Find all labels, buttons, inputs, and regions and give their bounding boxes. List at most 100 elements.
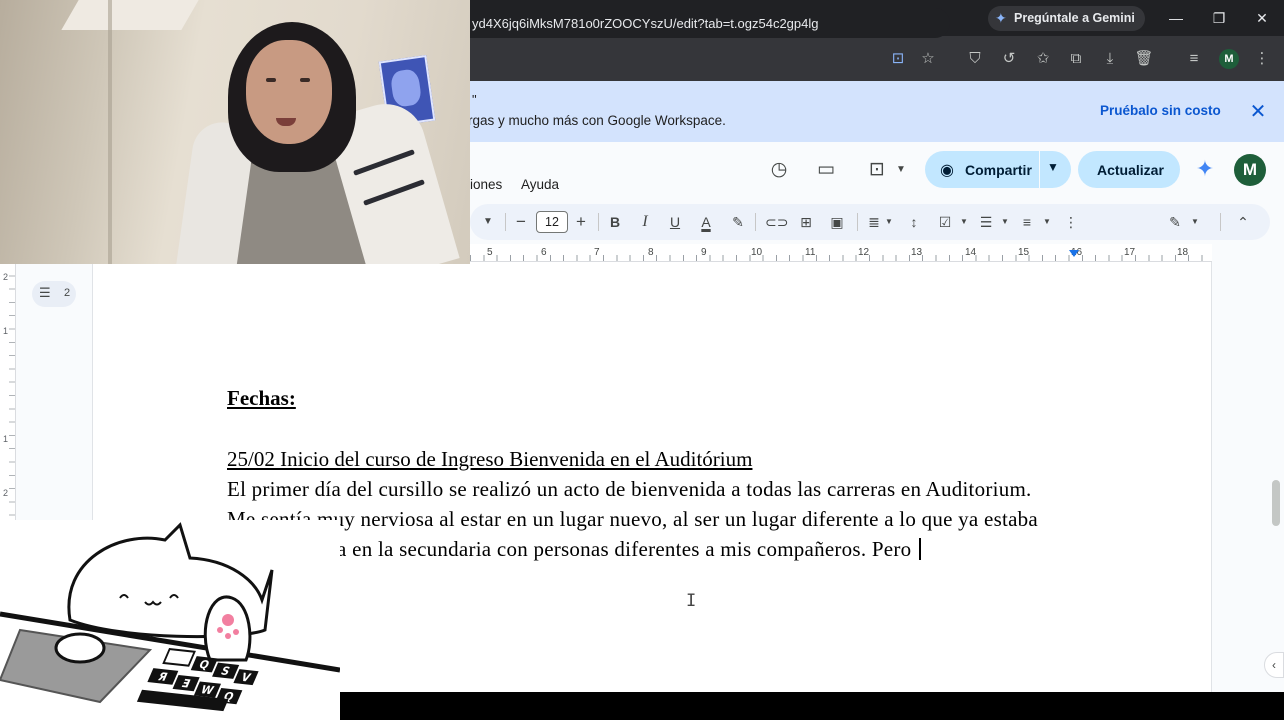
underline-button[interactable]: U (664, 212, 686, 232)
scrollbar-thumb[interactable] (1272, 480, 1280, 526)
ruler-number: 14 (965, 247, 977, 258)
bookmark-star-icon[interactable]: ☆ (918, 49, 938, 69)
menu-help[interactable]: Ayuda (521, 177, 559, 192)
share-dropdown-icon[interactable]: ▼ (1047, 160, 1059, 174)
toolbar-divider (1220, 213, 1221, 231)
paw-toe (225, 633, 231, 639)
cat-left-paw (54, 632, 106, 664)
outline-count: 2 (64, 287, 71, 299)
person-eye (300, 78, 310, 82)
url-text[interactable]: yd4X6jq6iMksM781o0rZOOCYszU/edit?tab=t.o… (472, 16, 819, 31)
doc-paragraph-line[interactable]: Me sentía muy nerviosa al estar en un lu… (227, 507, 1038, 532)
cat-right-paw (203, 595, 252, 662)
version-history-icon[interactable]: ◷ (766, 157, 792, 183)
ruler-number: 18 (1177, 247, 1189, 258)
insert-link-icon[interactable]: ⊂⊃ (765, 212, 788, 232)
checklist-dropdown-icon[interactable]: ▼ (953, 212, 975, 232)
right-indent-marker[interactable] (1069, 250, 1079, 257)
decrease-font-button[interactable]: − (510, 212, 532, 232)
meet-icon[interactable]: ⊡ (864, 157, 890, 183)
italic-button[interactable]: I (634, 212, 656, 232)
align-dropdown-icon[interactable]: ▼ (878, 212, 900, 232)
toolbar-divider (755, 213, 756, 231)
bold-button[interactable]: B (604, 212, 626, 232)
ceiling (61, 0, 199, 30)
ruler-number: 6 (541, 247, 547, 258)
share-label[interactable]: Compartir (965, 162, 1032, 178)
ruler-number: 8 (648, 247, 654, 258)
v-ruler-number: 2 (3, 272, 9, 282)
banner-close-icon[interactable]: ✕ (1246, 100, 1270, 124)
gemini-icon: ✦ (995, 10, 1007, 26)
doc-subheading[interactable]: 25/02 Inicio del curso de Ingreso Bienve… (227, 447, 752, 472)
person-eye (266, 78, 276, 82)
reading-list-icon[interactable]: ≡ (1184, 49, 1204, 69)
try-free-link[interactable]: Pruébalo sin costo (1100, 103, 1221, 118)
side-panel-chevron-icon[interactable]: ‹ (1264, 652, 1284, 678)
paw-pad (222, 614, 234, 626)
doc-paragraph-line[interactable]: El primer día del cursillo se realizó un… (227, 477, 1032, 502)
key (162, 647, 196, 667)
ruler-number: 12 (858, 247, 870, 258)
v-ruler-number: 1 (3, 326, 9, 336)
browser-menu-icon[interactable]: ⋮ (1252, 49, 1272, 69)
ruler-number: 17 (1124, 247, 1136, 258)
text-cursor (918, 538, 921, 560)
profile-avatar[interactable]: M (1219, 49, 1239, 69)
editing-mode-icon[interactable]: ✎ (1164, 212, 1186, 232)
insert-image-icon[interactable]: ▣ (826, 212, 848, 232)
screen: ✦ Pregúntale a Gemini — ❐ ✕ yd4X6jq6iMks… (0, 0, 1284, 720)
person-face (246, 40, 332, 144)
account-avatar[interactable]: M (1234, 154, 1266, 186)
incognito-icon[interactable]: ⛉ (965, 49, 985, 69)
banner-text: rgas y mucho más con Google Workspace. (468, 113, 726, 128)
download-icon[interactable]: ⤓ (1100, 49, 1120, 69)
share-divider (1039, 151, 1040, 188)
increase-font-button[interactable]: + (570, 212, 592, 232)
favorites-icon[interactable]: ✩ (1033, 49, 1053, 69)
outline-icon: ☰ (39, 285, 51, 300)
font-dropdown-icon[interactable]: ▼ (477, 212, 499, 232)
v-ruler-number: 1 (3, 434, 9, 444)
lens-icon[interactable]: ⊡ (888, 49, 908, 69)
ruler-number: 7 (594, 247, 600, 258)
text-color-button[interactable]: A (695, 212, 717, 232)
wall-corner (108, 0, 112, 264)
restore-button[interactable]: ❐ (1205, 6, 1233, 30)
ruler-ticks (470, 255, 1212, 261)
ruler-number: 10 (751, 247, 763, 258)
comments-icon[interactable]: ▭ (813, 157, 839, 183)
close-window-button[interactable]: ✕ (1248, 6, 1276, 30)
doc-heading[interactable]: Fechas: (227, 386, 296, 411)
add-comment-icon[interactable]: ⊞ (795, 212, 817, 232)
numbered-list-icon[interactable]: ≡ (1016, 212, 1038, 232)
bullets-dropdown-icon[interactable]: ▼ (994, 212, 1016, 232)
trash-icon[interactable]: 🗑 (1134, 49, 1154, 69)
ruler-number: 11 (805, 247, 816, 258)
webcam-overlay (0, 0, 470, 264)
minimize-button[interactable]: — (1162, 6, 1190, 30)
history-icon[interactable]: ↺ (999, 49, 1019, 69)
numbered-dropdown-icon[interactable]: ▼ (1036, 212, 1058, 232)
editing-mode-dropdown-icon[interactable]: ▼ (1184, 212, 1206, 232)
font-size-input[interactable]: 12 (536, 211, 568, 233)
update-label[interactable]: Actualizar (1097, 162, 1164, 178)
ask-gemini-label: Pregúntale a Gemini (1014, 11, 1135, 25)
toolbar-divider (505, 213, 506, 231)
bongo-cat-sticker: Q S V Я Ǝ W Q (0, 522, 340, 712)
highlight-icon[interactable]: ✎ (727, 212, 749, 232)
scrollbar-track[interactable] (1268, 262, 1284, 692)
v-ruler-number: 2 (3, 488, 9, 498)
line-spacing-icon[interactable]: ↕ (903, 212, 925, 232)
ruler-number: 15 (1018, 247, 1030, 258)
translate-icon[interactable]: ⧉ (1066, 49, 1086, 69)
ask-gemini-button[interactable]: ✦ Pregúntale a Gemini (988, 6, 1145, 31)
mouse-ibeam-icon: I (686, 591, 697, 611)
collapse-menus-icon[interactable]: ⌃ (1232, 212, 1254, 232)
meet-dropdown-icon[interactable]: ▼ (888, 157, 914, 183)
video-letterbox (340, 692, 1284, 720)
more-options-icon[interactable]: ⋮ (1060, 212, 1082, 232)
gemini-spark-icon[interactable]: ✦ (1193, 157, 1217, 181)
menu-extensions[interactable]: iones (470, 177, 502, 192)
ruler-number: 13 (911, 247, 923, 258)
